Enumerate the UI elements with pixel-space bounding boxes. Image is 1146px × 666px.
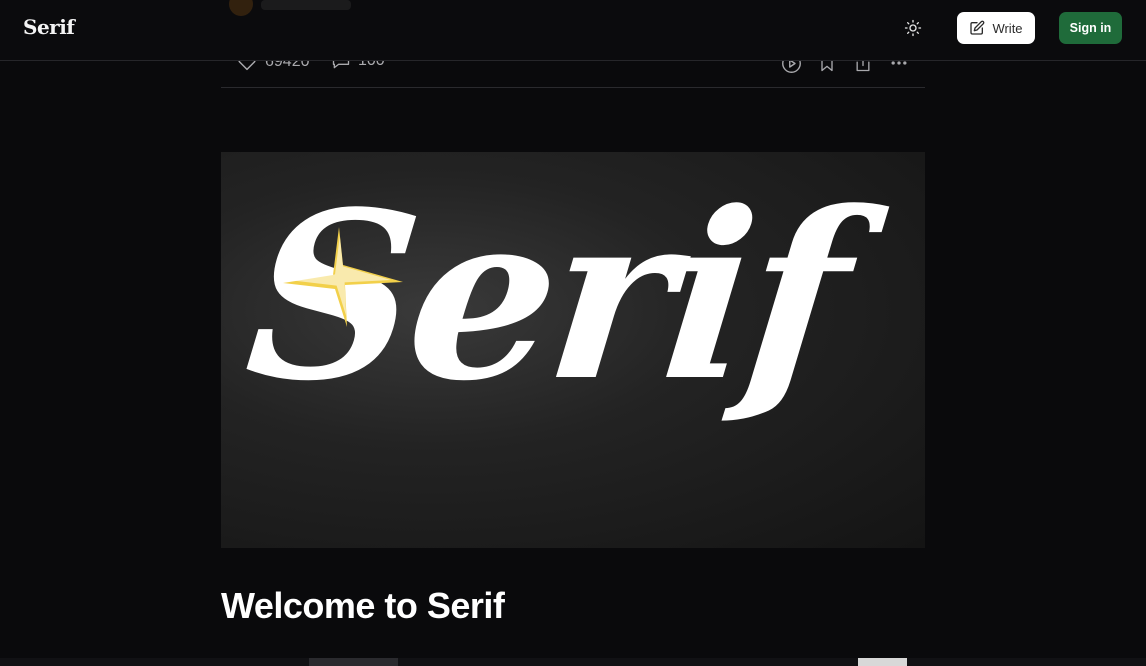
- article-title: Welcome to Serif: [221, 585, 505, 626]
- taskbar-item[interactable]: [309, 658, 398, 666]
- hero-image: Serif: [221, 152, 925, 548]
- edit-icon: [970, 20, 985, 35]
- sparkle-star-icon: [283, 227, 403, 327]
- faded-author-row: [221, 0, 371, 22]
- theme-toggle-button[interactable]: [901, 16, 925, 40]
- top-navbar: Serif Write Sign in: [0, 0, 1146, 61]
- sign-in-button[interactable]: Sign in: [1059, 12, 1122, 44]
- write-button[interactable]: Write: [957, 12, 1035, 44]
- taskbar-item[interactable]: [858, 658, 907, 666]
- site-logo[interactable]: Serif: [23, 15, 75, 39]
- sun-icon: [904, 19, 922, 37]
- write-label: Write: [992, 20, 1023, 36]
- taskbar-strip: [0, 658, 1146, 666]
